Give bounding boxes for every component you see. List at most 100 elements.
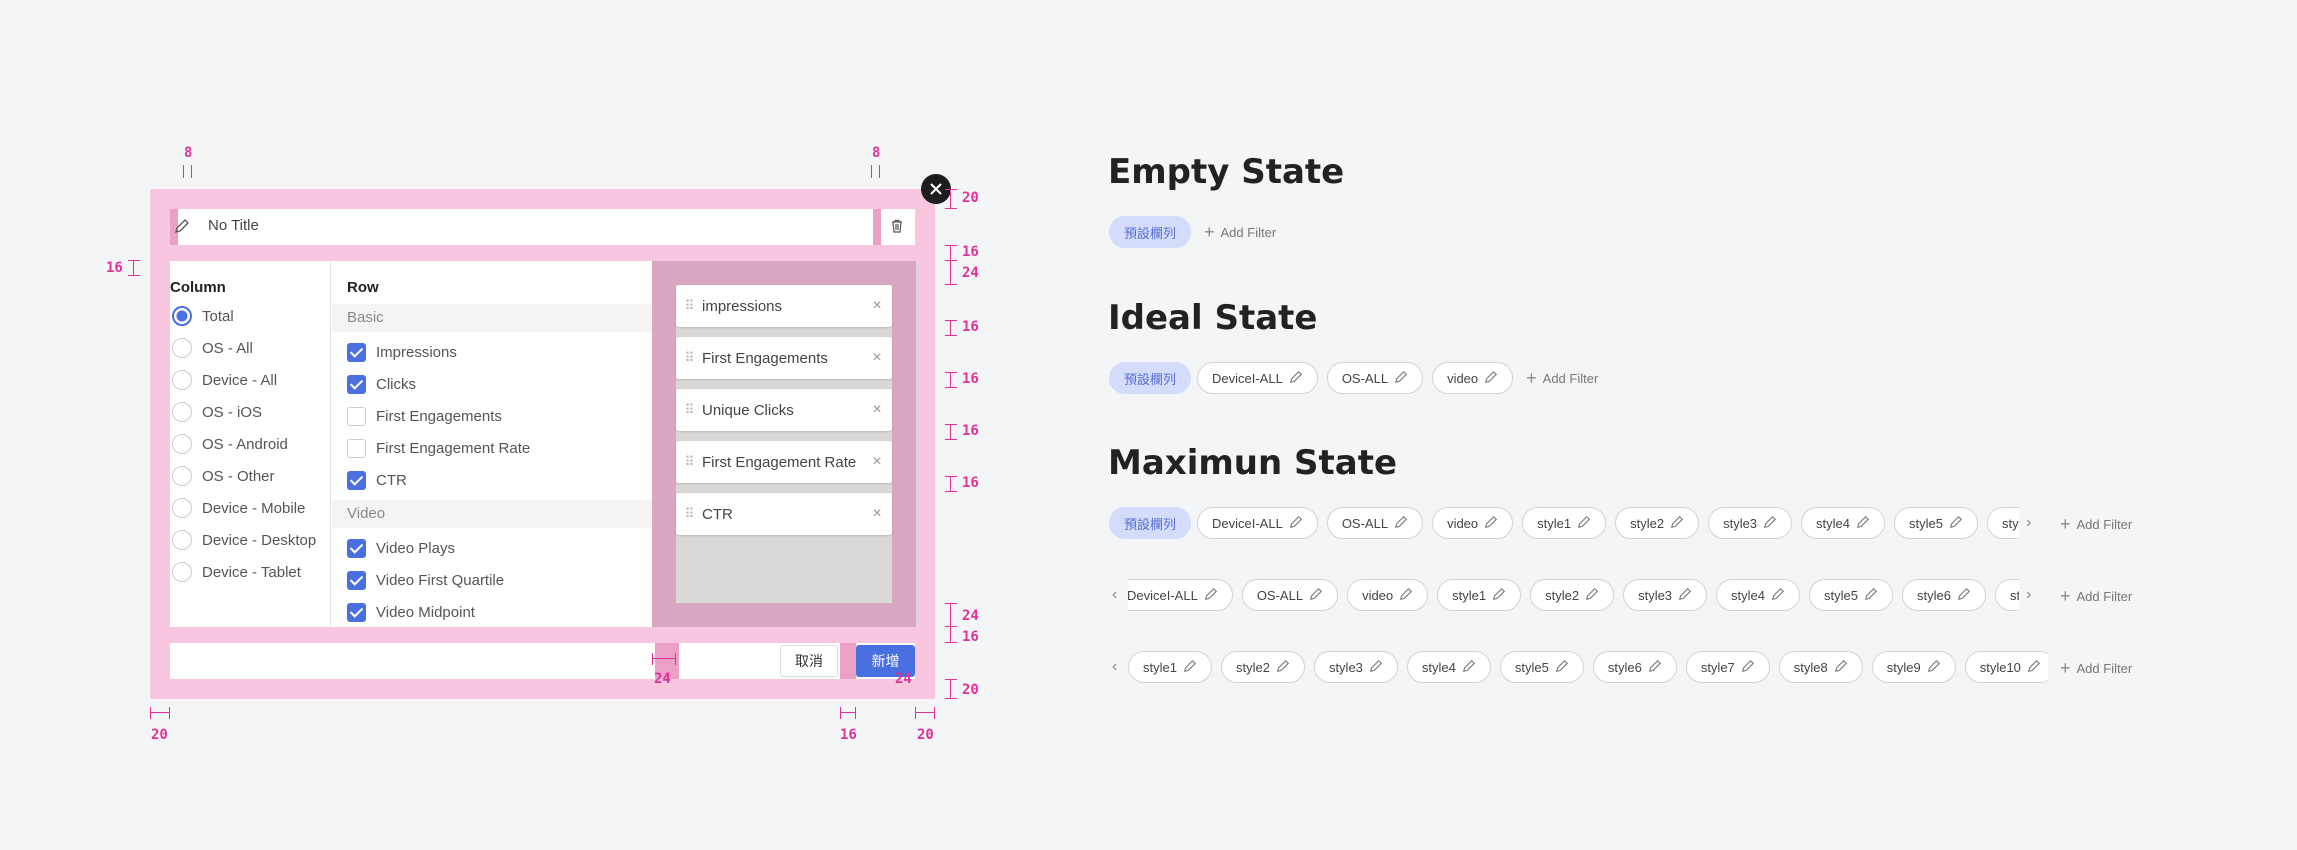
edit-icon[interactable]: [1670, 515, 1684, 532]
edit-title-icon[interactable]: [174, 218, 190, 234]
radio-button[interactable]: [172, 466, 192, 486]
edit-icon[interactable]: [2027, 659, 2041, 676]
add-filter-button[interactable]: + Add Filter: [2060, 514, 2132, 535]
edit-icon[interactable]: [1585, 587, 1599, 604]
selected-item[interactable]: ⠿ CTR ×: [676, 493, 892, 535]
edit-icon[interactable]: [1678, 587, 1692, 604]
filter-chip[interactable]: style6: [1901, 579, 1986, 611]
trash-icon[interactable]: [889, 218, 905, 234]
checkbox[interactable]: [347, 438, 366, 458]
filter-chip[interactable]: style2: [1530, 579, 1615, 611]
filter-chip[interactable]: OS-ALL: [1326, 362, 1424, 394]
radio-button[interactable]: [172, 370, 192, 390]
edit-icon[interactable]: [1741, 659, 1755, 676]
edit-icon[interactable]: [1555, 659, 1569, 676]
edit-icon[interactable]: [1309, 587, 1323, 604]
drag-handle-icon[interactable]: ⠿: [676, 350, 702, 366]
edit-icon[interactable]: [1834, 659, 1848, 676]
radio-button[interactable]: [172, 530, 192, 550]
filter-chip[interactable]: style6: [1986, 507, 2019, 539]
column-option[interactable]: Device - Tablet: [172, 556, 301, 588]
filter-chip[interactable]: style7: [1994, 579, 2019, 611]
chevron-right-icon[interactable]: ›: [2026, 514, 2031, 532]
filter-chip[interactable]: style8: [1778, 651, 1863, 683]
filter-chip[interactable]: style4: [1406, 651, 1491, 683]
edit-icon[interactable]: [1856, 515, 1870, 532]
edit-icon[interactable]: [1949, 515, 1963, 532]
selected-item[interactable]: ⠿ Unique Clicks ×: [676, 389, 892, 431]
filter-chip[interactable]: video: [1432, 362, 1514, 394]
filter-chip[interactable]: style7: [1685, 651, 1770, 683]
checkbox[interactable]: [347, 602, 366, 622]
filter-chip[interactable]: style3: [1623, 579, 1708, 611]
row-option[interactable]: Video Midpoint: [347, 596, 475, 628]
add-filter-button[interactable]: + Add Filter: [1526, 368, 1598, 389]
filter-chip[interactable]: style2: [1220, 651, 1305, 683]
edit-icon[interactable]: [1864, 587, 1878, 604]
add-filter-button[interactable]: + Add Filter: [2060, 586, 2132, 607]
edit-icon[interactable]: [1394, 515, 1408, 532]
filter-chip[interactable]: style2: [1615, 507, 1700, 539]
filter-chip[interactable]: style5: [1809, 579, 1893, 611]
edit-icon[interactable]: [1771, 587, 1785, 604]
drag-handle-icon[interactable]: ⠿: [676, 298, 702, 314]
row-option[interactable]: CTR: [347, 464, 407, 496]
edit-icon[interactable]: [1957, 587, 1971, 604]
checkbox[interactable]: [347, 538, 366, 558]
checkbox[interactable]: [347, 406, 366, 426]
radio-button[interactable]: [172, 306, 192, 326]
filter-chip[interactable]: video: [1432, 507, 1514, 539]
drag-handle-icon[interactable]: ⠿: [676, 402, 702, 418]
filter-chip[interactable]: style10: [1964, 651, 2048, 683]
column-option[interactable]: Device - All: [172, 364, 277, 396]
radio-button[interactable]: [172, 338, 192, 358]
filter-chip[interactable]: OS-ALL: [1241, 579, 1339, 611]
radio-button[interactable]: [172, 402, 192, 422]
filter-chip[interactable]: style5: [1499, 651, 1584, 683]
selected-item[interactable]: ⠿ impressions ×: [676, 285, 892, 327]
checkbox[interactable]: [347, 470, 366, 490]
dialog-title[interactable]: No Title: [208, 217, 259, 234]
remove-icon[interactable]: ×: [862, 401, 892, 419]
row-option[interactable]: First Engagement Rate: [347, 432, 530, 464]
row-option[interactable]: Video First Quartile: [347, 564, 504, 596]
column-option[interactable]: Total: [172, 300, 234, 332]
remove-icon[interactable]: ×: [862, 349, 892, 367]
edit-icon[interactable]: [1276, 659, 1290, 676]
selected-item[interactable]: ⠿ First Engagements ×: [676, 337, 892, 379]
remove-icon[interactable]: ×: [862, 453, 892, 471]
edit-icon[interactable]: [1399, 587, 1413, 604]
filter-chip[interactable]: style1: [1437, 579, 1522, 611]
add-filter-button[interactable]: + Add Filter: [1204, 222, 1276, 243]
checkbox[interactable]: [347, 570, 366, 590]
checkbox[interactable]: [347, 374, 366, 394]
edit-icon[interactable]: [1394, 370, 1408, 387]
edit-icon[interactable]: [1183, 659, 1197, 676]
default-chip[interactable]: 預設欄列: [1109, 216, 1192, 248]
filter-chip[interactable]: style1: [1522, 507, 1607, 539]
default-chip[interactable]: 預設欄列: [1109, 507, 1192, 539]
filter-chip[interactable]: DeviceI-ALL: [1128, 579, 1233, 611]
filter-chip[interactable]: video: [1347, 579, 1429, 611]
column-option[interactable]: OS - All: [172, 332, 253, 364]
edit-icon[interactable]: [1484, 370, 1498, 387]
edit-icon[interactable]: [1763, 515, 1777, 532]
row-option[interactable]: Video Plays: [347, 532, 455, 564]
radio-button[interactable]: [172, 498, 192, 518]
cancel-button[interactable]: 取消: [780, 645, 838, 677]
add-filter-button[interactable]: + Add Filter: [2060, 658, 2132, 679]
column-option[interactable]: OS - Other: [172, 460, 275, 492]
column-option[interactable]: OS - Android: [172, 428, 288, 460]
default-chip[interactable]: 預設欄列: [1109, 362, 1192, 394]
chevron-left-icon[interactable]: ‹: [1112, 586, 1117, 604]
radio-button[interactable]: [172, 434, 192, 454]
checkbox[interactable]: [347, 342, 366, 362]
row-option[interactable]: First Engagements: [347, 400, 502, 432]
filter-chip[interactable]: style3: [1708, 507, 1793, 539]
chevron-left-icon[interactable]: ‹: [1112, 658, 1117, 676]
edit-icon[interactable]: [1927, 659, 1941, 676]
remove-icon[interactable]: ×: [862, 505, 892, 523]
drag-handle-icon[interactable]: ⠿: [676, 454, 702, 470]
chevron-right-icon[interactable]: ›: [2026, 586, 2031, 604]
filter-chip[interactable]: style4: [1716, 579, 1801, 611]
